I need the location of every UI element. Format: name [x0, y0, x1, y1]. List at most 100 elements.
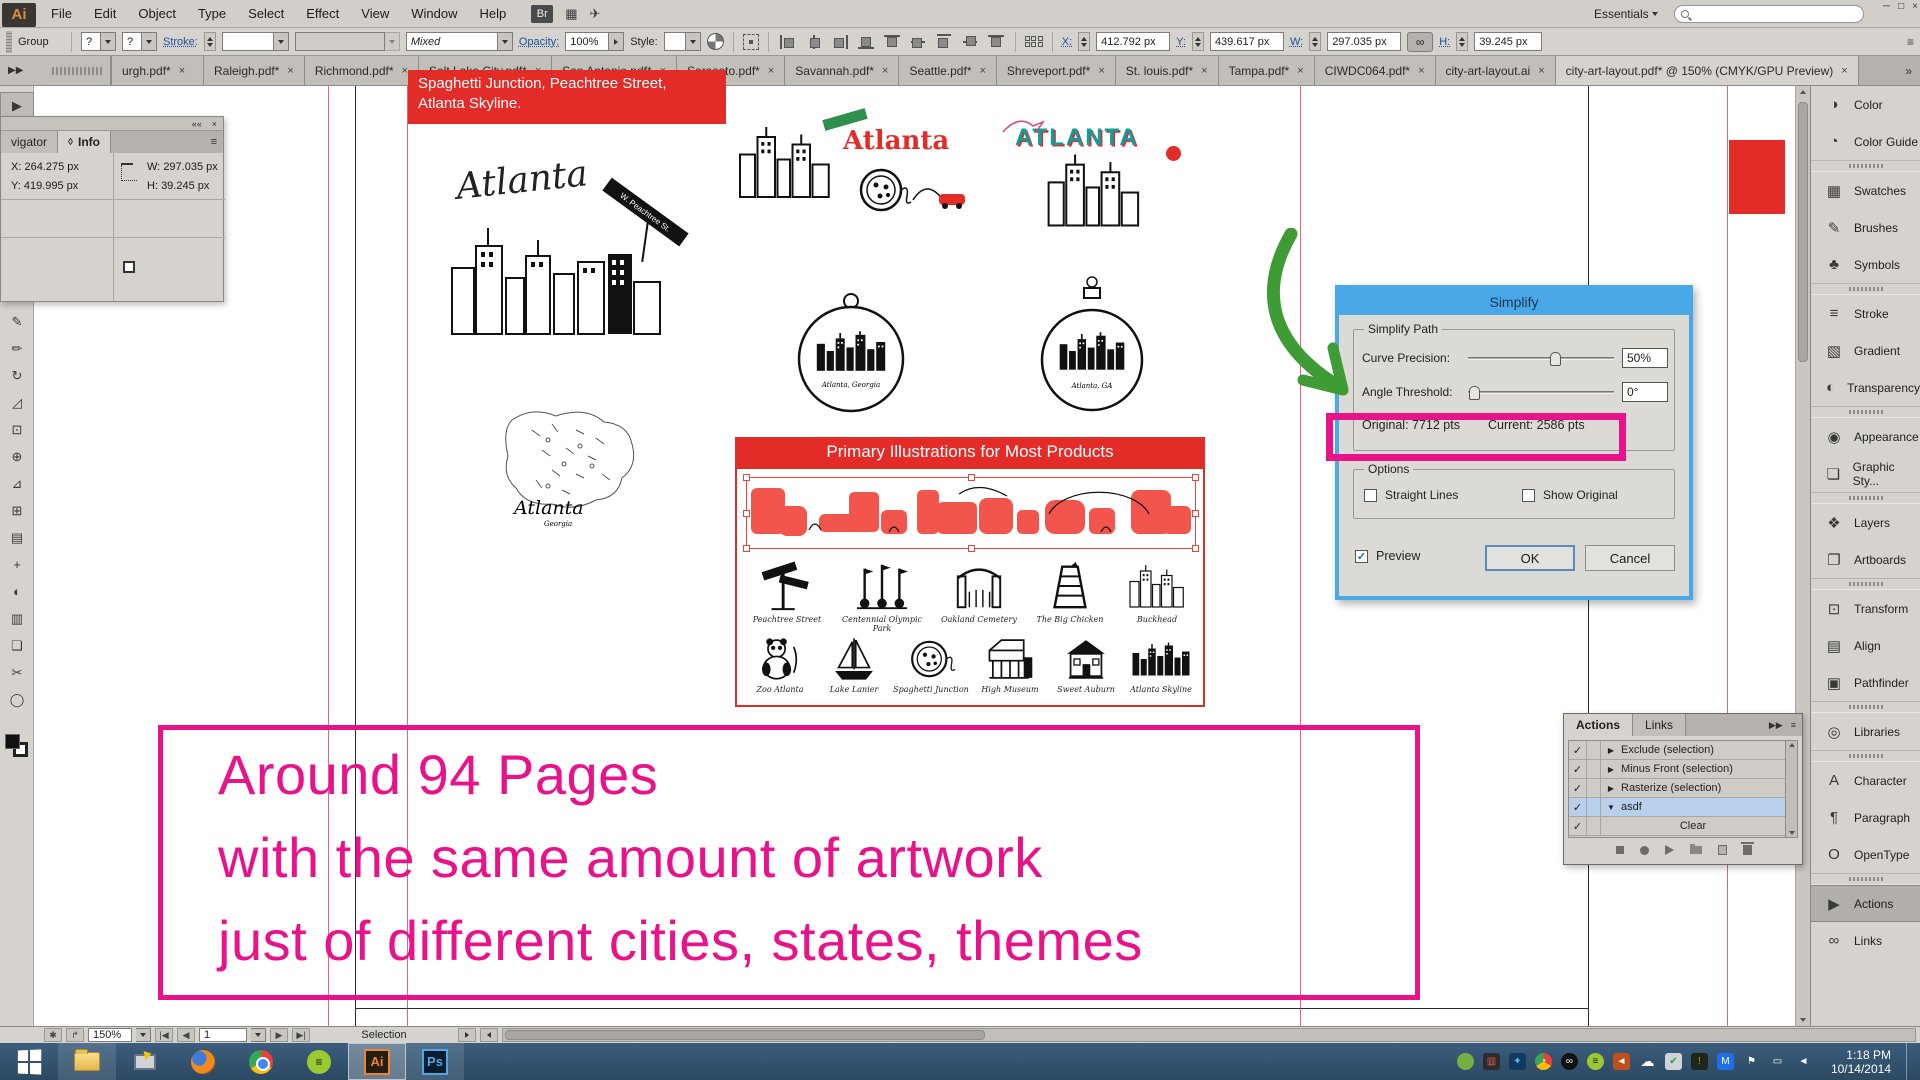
new-set-folder-icon[interactable] — [1690, 844, 1702, 854]
menu-edit[interactable]: Edit — [83, 6, 127, 21]
arrange-documents-icon[interactable]: ▦ — [565, 6, 577, 22]
scrollbar-thumb[interactable] — [505, 1030, 985, 1040]
tab-info[interactable]: ◊ Info — [58, 131, 111, 153]
eyedropper-tool[interactable]: + — [0, 551, 34, 578]
search-input[interactable] — [1674, 4, 1864, 23]
stroke-swatch-combo[interactable]: ? — [122, 32, 157, 51]
style-combo[interactable] — [663, 32, 701, 51]
slice-tool[interactable]: ✂ — [0, 659, 34, 686]
scale-tool[interactable]: ◿ — [0, 389, 34, 416]
horizontal-scrollbar[interactable] — [502, 1028, 1916, 1042]
action-row[interactable]: ✓ ▶ Exclude (selection) — [1569, 741, 1785, 760]
perspective-grid-tool[interactable]: ⊿ — [0, 470, 34, 497]
pencil-tool[interactable]: ✏ — [0, 335, 34, 362]
menu-object[interactable]: Object — [127, 6, 187, 21]
tray-icon-green[interactable] — [1456, 1053, 1474, 1070]
close-icon[interactable]: × — [1297, 65, 1303, 77]
selection-handle[interactable] — [968, 545, 975, 552]
dock-item-libraries[interactable]: ◎ Libraries — [1811, 713, 1920, 750]
dock-item-opentype[interactable]: O OpenType — [1811, 836, 1920, 873]
close-icon[interactable]: × — [1201, 65, 1207, 77]
status-menu-icon[interactable] — [458, 1028, 476, 1042]
align-to-selection-icon[interactable] — [1024, 35, 1043, 48]
taskbar-chrome[interactable] — [232, 1043, 290, 1080]
free-transform-tool[interactable]: ⊡ — [0, 416, 34, 443]
hscroll-left-icon[interactable] — [480, 1028, 498, 1042]
tray-icon-action-center-flag[interactable]: ⚑ — [1743, 1053, 1760, 1070]
workspace-switcher[interactable]: Essentials — [1594, 7, 1658, 21]
stroke-link[interactable]: Stroke: — [163, 36, 198, 48]
taskbar-remote-desktop[interactable] — [116, 1043, 174, 1080]
selection-handle[interactable] — [1192, 545, 1199, 552]
align-middle-icon[interactable] — [911, 34, 925, 50]
document-tab[interactable]: Savannah.pdf* × — [785, 56, 900, 85]
tab-actions[interactable]: Actions — [1564, 714, 1634, 736]
show-desktop-button[interactable] — [1906, 1043, 1914, 1080]
tray-icon-nvidia[interactable]: ! — [1690, 1053, 1708, 1070]
close-button[interactable]: × — [1912, 1, 1918, 12]
tray-icon-update-check[interactable]: ✔ — [1664, 1053, 1682, 1070]
show-original-checkbox[interactable]: Show Original — [1522, 488, 1618, 502]
action-row[interactable]: ✓ Clear — [1569, 817, 1785, 836]
h-link[interactable]: H: — [1439, 36, 1450, 48]
tray-icon-speaker-red[interactable]: ◄ — [1612, 1053, 1630, 1070]
zoom-tool[interactable]: ◯ — [0, 686, 34, 713]
dock-item-actions[interactable]: ▶ Actions — [1811, 885, 1920, 922]
tray-icon-chart[interactable]: ▥ — [1482, 1053, 1500, 1070]
shape-builder-tool[interactable]: ⊕ — [0, 443, 34, 470]
dock-item-graphic-styles[interactable]: ❏ Graphic Sty... — [1811, 455, 1920, 492]
straight-lines-checkbox[interactable]: Straight Lines — [1364, 488, 1458, 502]
action-row[interactable]: ✓ ▶ Rasterize (selection) — [1569, 779, 1785, 798]
menu-type[interactable]: Type — [187, 6, 237, 21]
preview-checkbox[interactable]: ✓ Preview — [1355, 549, 1420, 563]
w-stepper[interactable] — [1309, 32, 1322, 51]
selected-artwork-row[interactable] — [743, 474, 1199, 552]
dock-item-layers[interactable]: ❖ Layers — [1811, 504, 1920, 541]
document-tab[interactable]: urgh.pdf* × — [112, 56, 204, 85]
x-stepper[interactable] — [1078, 32, 1091, 51]
curve-precision-slider[interactable] — [1468, 351, 1614, 366]
document-tab[interactable]: Raleigh.pdf* × — [204, 56, 305, 85]
opacity-link[interactable]: Opacity: — [519, 36, 559, 48]
dock-item-gradient[interactable]: ▧ Gradient — [1811, 332, 1920, 369]
panel-menu-icon[interactable]: ≡ — [1907, 35, 1914, 49]
restore-button[interactable]: □ — [1898, 1, 1904, 12]
drag-handle[interactable] — [6, 30, 12, 53]
column-graph-tool[interactable]: ▥ — [0, 605, 34, 632]
dock-item-brushes[interactable]: ✎ Brushes — [1811, 209, 1920, 246]
slider-thumb[interactable] — [1549, 351, 1561, 366]
vertical-scrollbar[interactable] — [1795, 86, 1810, 1026]
align-right-icon[interactable] — [832, 35, 848, 49]
align-bottom-icon[interactable] — [884, 35, 900, 49]
tray-icon-m-alert[interactable]: M — [1716, 1053, 1734, 1070]
variable-width-combo[interactable]: Mixed — [405, 32, 513, 51]
selection-tool[interactable]: ▶ — [0, 92, 34, 119]
collapse-panel-icon[interactable]: «« — [192, 119, 202, 129]
dock-item-appearance[interactable]: ◉ Appearance — [1811, 418, 1920, 455]
curve-precision-field[interactable]: 50% — [1622, 348, 1668, 368]
menu-file[interactable]: File — [40, 6, 83, 21]
taskbar-illustrator[interactable]: Ai — [348, 1043, 406, 1080]
document-tab[interactable]: Seattle.pdf* × — [899, 56, 997, 85]
selection-handle[interactable] — [743, 545, 750, 552]
h-field[interactable]: 39.245 px — [1474, 32, 1543, 51]
taskbar-photoshop[interactable]: Ps — [406, 1043, 464, 1080]
close-icon[interactable]: × — [979, 65, 985, 77]
menu-view[interactable]: View — [350, 6, 400, 21]
record-icon[interactable] — [1640, 845, 1649, 855]
taskbar-clock[interactable]: 1:18 PM 10/14/2014 — [1831, 1048, 1891, 1076]
taskbar-spotify[interactable]: ≡ — [290, 1043, 348, 1080]
start-button[interactable] — [0, 1043, 58, 1080]
toggle-item-check[interactable]: ✓ — [1569, 798, 1587, 816]
menu-select[interactable]: Select — [237, 6, 295, 21]
tray-icon-knot[interactable]: ✦ — [1508, 1053, 1526, 1070]
dock-item-symbols[interactable]: ♣ Symbols — [1811, 246, 1920, 283]
first-page-button[interactable]: |◀ — [155, 1028, 173, 1042]
blend-tool[interactable]: ◐ — [0, 578, 34, 605]
dock-item-stroke[interactable]: ≡ Stroke — [1811, 295, 1920, 332]
taskbar-file-explorer[interactable] — [58, 1043, 116, 1080]
stop-icon[interactable] — [1616, 846, 1624, 854]
new-action-icon[interactable] — [1718, 845, 1727, 855]
h-stepper[interactable] — [1456, 32, 1469, 51]
y-field[interactable]: 439.617 px — [1209, 32, 1284, 51]
